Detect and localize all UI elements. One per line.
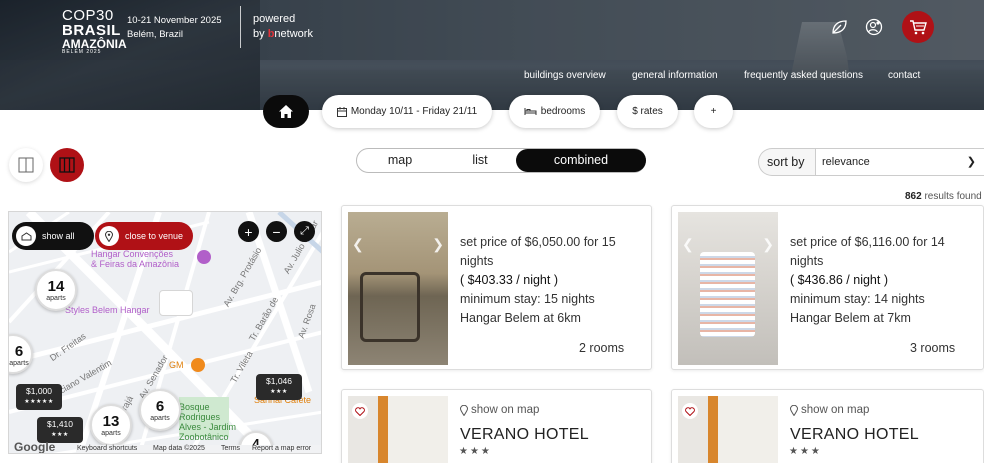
hotel-name: VERANO HOTEL xyxy=(790,426,919,443)
powered-by: powered by bnetwork xyxy=(253,13,313,40)
close-to-venue-button[interactable]: close to venue xyxy=(95,222,193,250)
map-cluster[interactable]: 6 aparts xyxy=(139,389,181,431)
google-logo: Google xyxy=(14,440,56,454)
view-map-option[interactable]: map xyxy=(357,149,443,172)
user-settings-icon[interactable] xyxy=(859,12,889,42)
sort-select[interactable]: relevance ❯ xyxy=(815,148,984,176)
restaurant-pin[interactable] xyxy=(191,358,205,372)
nav-general-information[interactable]: general information xyxy=(632,70,718,81)
two-column-view-button[interactable] xyxy=(50,148,84,182)
zoom-in-button[interactable]: + xyxy=(238,221,259,242)
hotel-name: VERANO HOTEL xyxy=(460,426,589,443)
venue-pin[interactable] xyxy=(197,250,211,264)
show-on-map-link[interactable]: show on map xyxy=(460,404,539,416)
date-range-filter[interactable]: Monday 10/11 - Friday 21/11 xyxy=(322,95,492,128)
home-icon xyxy=(279,105,293,118)
building-icon xyxy=(16,226,36,246)
nav-contact[interactable]: contact xyxy=(888,70,920,81)
terms-link[interactable]: Terms xyxy=(221,445,240,452)
more-filters-button[interactable]: + xyxy=(694,95,733,128)
single-column-icon xyxy=(18,157,34,173)
cart-button[interactable] xyxy=(902,11,934,43)
hotel-stars: ★★★ xyxy=(789,446,822,457)
listing-details: set price of $6,050.00 for 15 nights ( $… xyxy=(460,235,616,325)
zoom-out-button[interactable]: − xyxy=(266,221,287,242)
location-pin-icon xyxy=(460,404,468,416)
show-all-button[interactable]: show all xyxy=(12,222,94,250)
map-footer: Google Keyboard shortcuts Map data ©2025… xyxy=(9,440,321,454)
leaf-icon[interactable] xyxy=(824,12,854,42)
listing-photo[interactable]: ❮ ❯ xyxy=(348,212,448,365)
next-photo-icon[interactable]: ❯ xyxy=(762,236,774,253)
room-count: 2 rooms xyxy=(579,341,625,355)
hotel-card[interactable]: show on map VERANO HOTEL ★★★ xyxy=(341,389,652,463)
listing-card[interactable]: ❮ ❯ set price of $6,116.00 for 14 nights… xyxy=(671,205,984,370)
nav-buildings-overview[interactable]: buildings overview xyxy=(524,70,606,81)
nav-faq[interactable]: frequently asked questions xyxy=(744,70,863,81)
header-banner: COP30 BRASIL AMAZÔNIA BELÉM 2025 10-21 N… xyxy=(0,0,984,110)
view-combined-option[interactable]: combined xyxy=(516,149,646,172)
single-column-view-button[interactable] xyxy=(9,148,43,182)
view-mode-segmented-control: map list combined xyxy=(356,148,646,173)
report-map-error-link[interactable]: Report a map error xyxy=(252,445,311,452)
fullscreen-button[interactable]: ⤢ xyxy=(294,221,315,242)
next-photo-icon[interactable]: ❯ xyxy=(432,236,444,253)
sort-by-label: sort by xyxy=(758,148,816,176)
grid-columns-icon xyxy=(59,157,75,173)
favorite-heart-icon[interactable] xyxy=(352,403,368,419)
location-pin-icon xyxy=(99,226,119,246)
rates-filter[interactable]: $ rates xyxy=(617,95,678,128)
bedrooms-filter[interactable]: bedrooms xyxy=(509,95,600,128)
cart-icon xyxy=(910,20,927,35)
home-button[interactable] xyxy=(263,95,309,128)
keyboard-shortcuts-link[interactable]: Keyboard shortcuts xyxy=(77,445,137,452)
favorite-heart-icon[interactable] xyxy=(682,403,698,419)
map-cluster[interactable]: 14 aparts xyxy=(35,269,77,311)
map-price-tag[interactable]: $1,046 ★★★ xyxy=(256,374,302,400)
show-on-map-link[interactable]: show on map xyxy=(790,404,869,416)
listing-details: set price of $6,116.00 for 14 nights ( $… xyxy=(790,235,945,325)
results-map[interactable]: Hangar Convenções & Feiras da Amazônia S… xyxy=(8,211,322,454)
hotel-card[interactable]: show on map VERANO HOTEL ★★★ xyxy=(671,389,984,463)
room-count: 3 rooms xyxy=(910,341,956,355)
event-dates: 10-21 November 2025 Belém, Brazil xyxy=(127,15,222,40)
calendar-icon xyxy=(336,106,347,117)
venue-logo-marker[interactable] xyxy=(159,290,193,316)
chevron-down-icon: ❯ xyxy=(966,156,976,168)
map-price-tag[interactable]: $1,000 ★★★★★ xyxy=(16,384,62,410)
bed-icon xyxy=(524,108,537,115)
view-list-option[interactable]: list xyxy=(443,149,517,172)
map-cluster[interactable]: 13 aparts xyxy=(90,404,132,446)
header-divider xyxy=(240,6,241,48)
hotel-stars: ★★★ xyxy=(459,446,492,457)
listing-photo[interactable]: ❮ ❯ xyxy=(678,212,778,365)
cop30-logo[interactable]: COP30 BRASIL AMAZÔNIA BELÉM 2025 xyxy=(62,8,127,55)
prev-photo-icon[interactable]: ❮ xyxy=(682,236,694,253)
prev-photo-icon[interactable]: ❮ xyxy=(352,236,364,253)
listing-card[interactable]: ❮ ❯ set price of $6,050.00 for 15 nights… xyxy=(341,205,652,370)
location-pin-icon xyxy=(790,404,798,416)
results-count: 862 results found xyxy=(905,191,982,202)
